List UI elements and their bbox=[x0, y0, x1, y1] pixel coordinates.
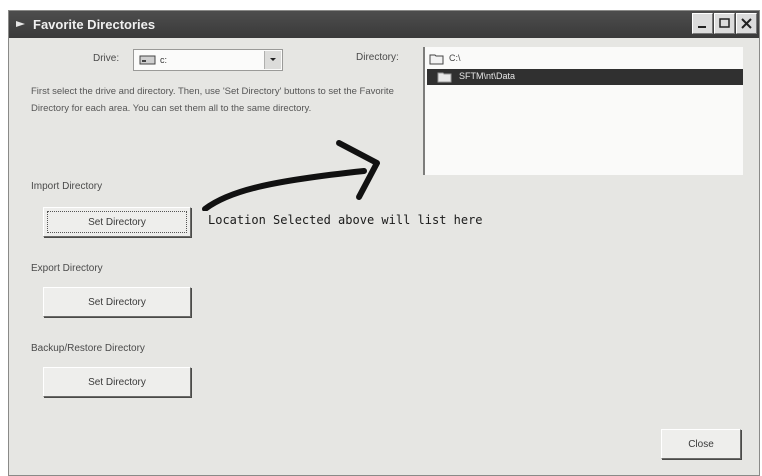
chevron-down-icon bbox=[270, 58, 276, 61]
import-directory-label: Import Directory bbox=[31, 181, 103, 192]
close-button[interactable]: Close bbox=[661, 429, 741, 459]
instructions-text: First select the drive and directory. Th… bbox=[31, 86, 394, 114]
drive-dropdown-button[interactable] bbox=[264, 51, 281, 69]
window-title: Favorite Directories bbox=[33, 17, 156, 32]
minimize-button[interactable] bbox=[692, 13, 713, 34]
directory-label: Directory: bbox=[356, 52, 399, 63]
directory-list[interactable]: C:\ SFTM\nt\Data bbox=[423, 47, 743, 175]
export-directory-label: Export Directory bbox=[31, 263, 103, 274]
set-export-directory-button[interactable]: Set Directory bbox=[43, 287, 191, 317]
set-import-directory-button[interactable]: Set Directory bbox=[43, 207, 191, 237]
title-bar[interactable]: Favorite Directories bbox=[9, 11, 759, 38]
close-window-button[interactable] bbox=[736, 13, 757, 34]
maximize-button[interactable] bbox=[714, 13, 735, 34]
directory-item-selected[interactable]: SFTM\nt\Data bbox=[427, 69, 743, 85]
close-icon bbox=[741, 18, 752, 29]
directory-item-label: SFTM\nt\Data bbox=[459, 71, 516, 81]
favorite-directories-window: Favorite Directories Drive: c: Directory… bbox=[8, 10, 760, 476]
drive-label: Drive: bbox=[93, 53, 120, 64]
drive-value: c: bbox=[160, 55, 168, 65]
annotation-text: Location Selected above will list here bbox=[208, 213, 483, 227]
folder-icon bbox=[437, 72, 452, 83]
set-backup-restore-directory-button[interactable]: Set Directory bbox=[43, 367, 191, 397]
directory-item-root[interactable]: C:\ bbox=[427, 51, 547, 67]
open-folder-icon bbox=[429, 54, 444, 65]
drive-icon bbox=[139, 55, 156, 65]
window-menu-icon[interactable] bbox=[15, 18, 27, 30]
annotation-arrow-icon bbox=[202, 140, 380, 211]
drive-select[interactable]: c: bbox=[133, 49, 283, 71]
directory-item-label: C:\ bbox=[449, 53, 461, 63]
minimize-icon bbox=[698, 26, 706, 28]
maximize-icon bbox=[719, 18, 730, 28]
backup-restore-directory-label: Backup/Restore Directory bbox=[31, 343, 145, 354]
